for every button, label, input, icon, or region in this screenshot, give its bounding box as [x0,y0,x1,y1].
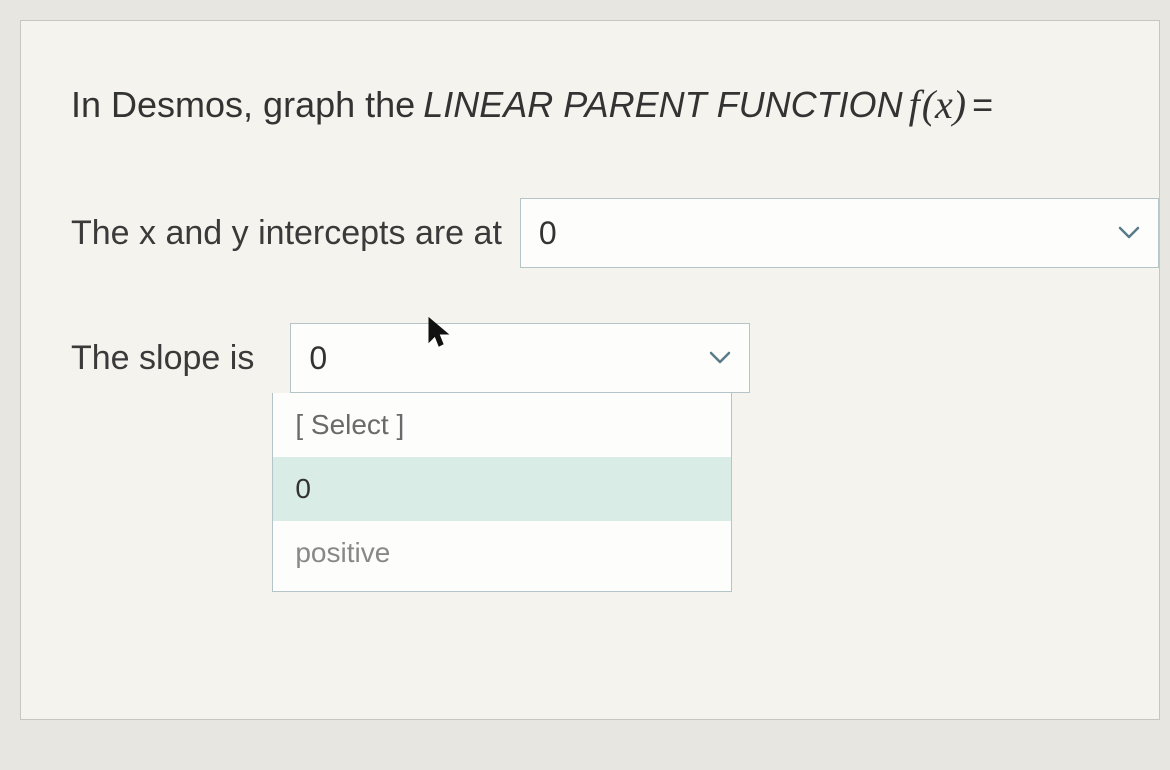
question-panel: In Desmos, graph the LINEAR PARENT FUNCT… [20,20,1160,720]
function-f: f [909,81,920,128]
intercepts-row: The x and y intercepts are at 0 [71,198,1159,268]
prompt-emphasis: LINEAR PARENT FUNCTION [423,84,902,126]
slope-options-list: [ Select ] 0 positive [272,393,732,592]
slope-row: The slope is 0 [ Select ] 0 positive [71,323,1159,592]
prompt-suffix: = [972,84,993,126]
chevron-down-icon [1118,226,1140,240]
intercepts-label: The x and y intercepts are at [71,214,502,253]
slope-dropdown[interactable]: 0 [290,323,750,393]
slope-option-zero[interactable]: 0 [273,457,731,521]
chevron-down-icon [709,351,731,365]
intercepts-value: 0 [539,215,557,252]
prompt-text: In Desmos, graph the LINEAR PARENT FUNCT… [71,81,1159,128]
slope-option-positive[interactable]: positive [273,521,731,591]
slope-value: 0 [309,340,327,377]
slope-option-placeholder[interactable]: [ Select ] [273,393,731,457]
slope-dropdown-wrapper: 0 [ Select ] 0 positive [272,323,750,592]
intercepts-dropdown[interactable]: 0 [520,198,1159,268]
function-x: (x) [922,81,966,128]
slope-label: The slope is [71,323,254,393]
prompt-prefix: In Desmos, graph the [71,84,415,126]
